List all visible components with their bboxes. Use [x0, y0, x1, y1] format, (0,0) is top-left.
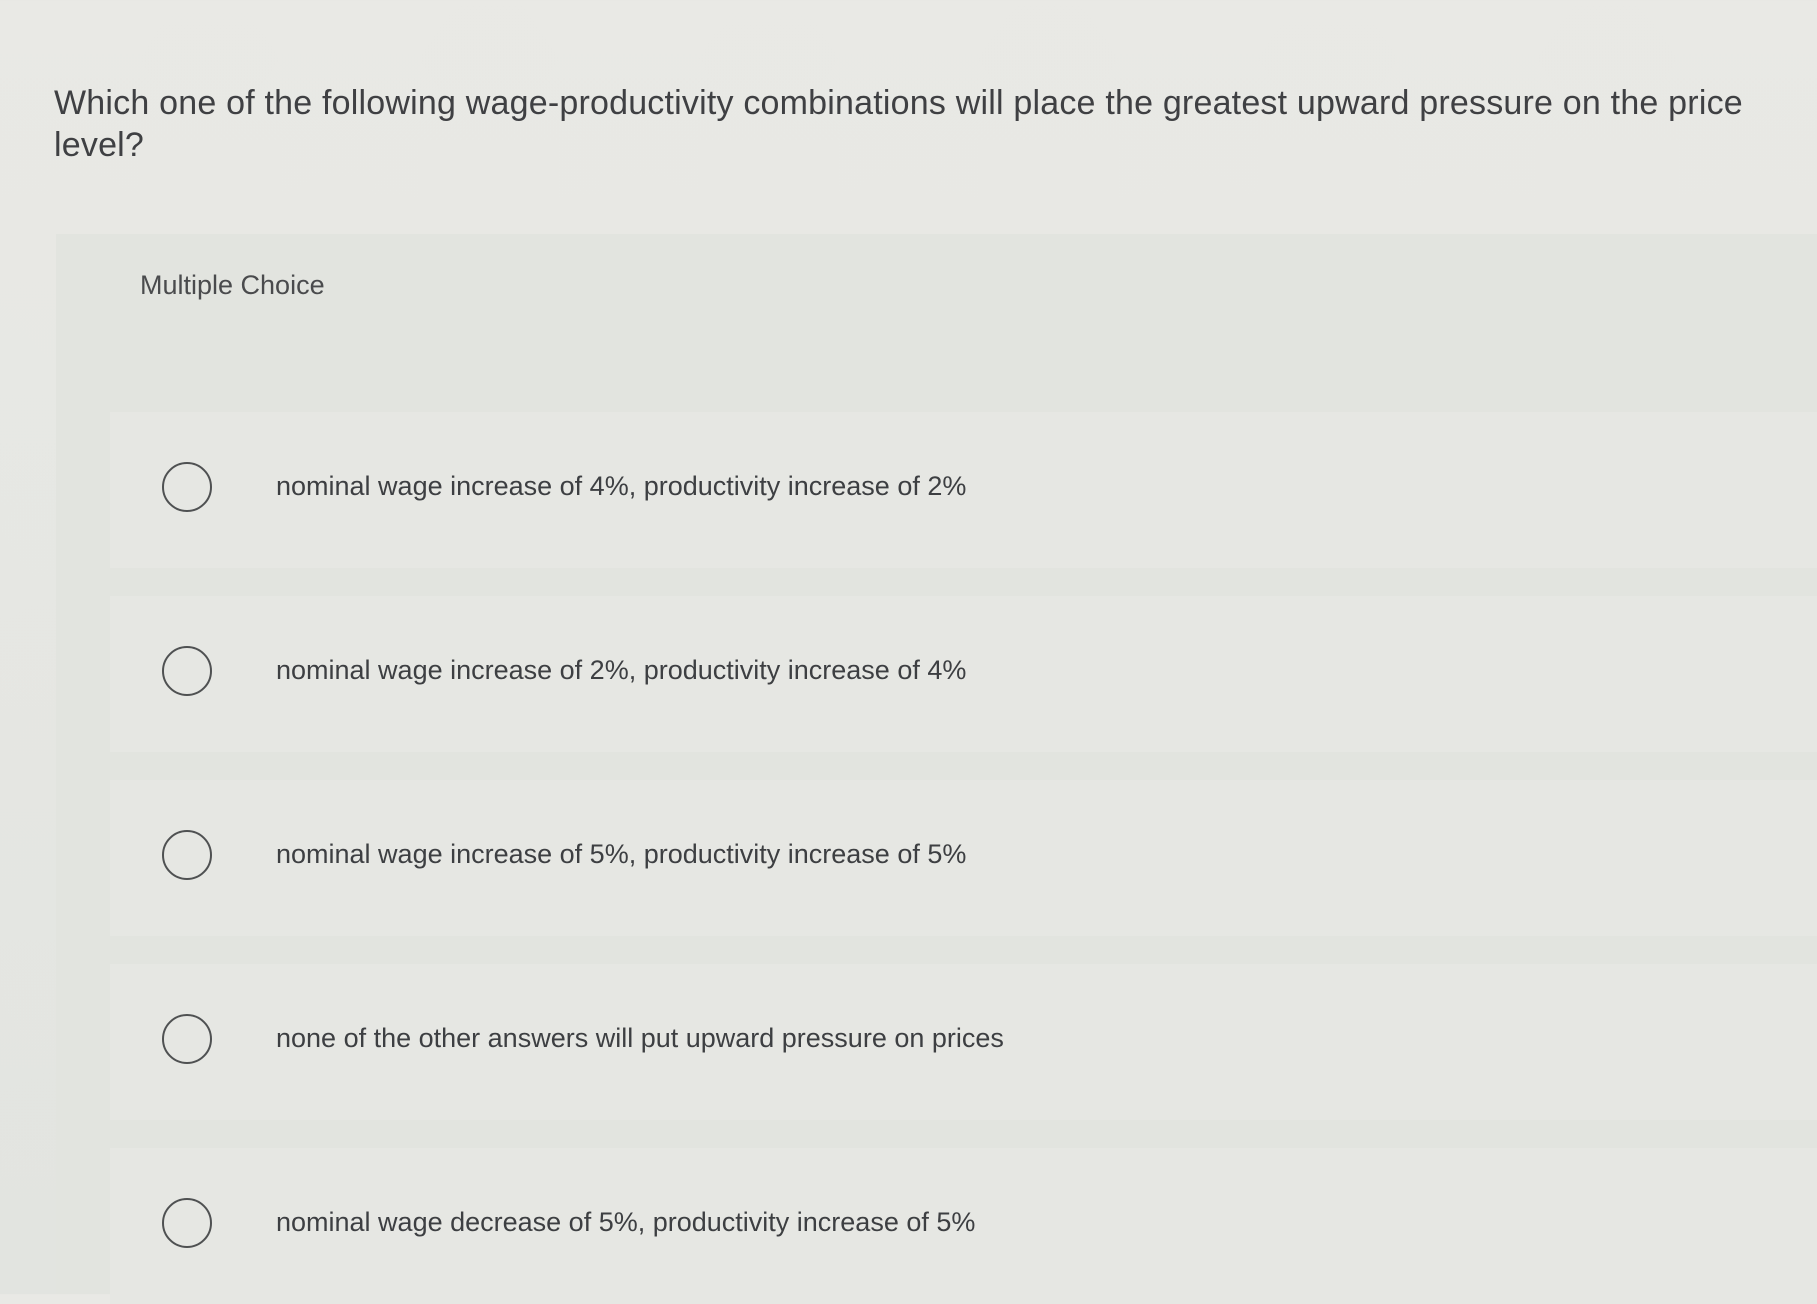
answer-choice-label: nominal wage increase of 5%, productivit… — [276, 839, 967, 869]
answer-choice-4[interactable]: none of the other answers will put upwar… — [110, 964, 1817, 1120]
radio-button-icon[interactable] — [162, 1198, 212, 1248]
answer-choice-1[interactable]: nominal wage increase of 4%, productivit… — [110, 412, 1817, 568]
question-text: Which one of the following wage-producti… — [54, 84, 1743, 164]
radio-button-icon[interactable] — [162, 1014, 212, 1064]
radio-button-icon[interactable] — [162, 646, 212, 696]
multiple-choice-panel: Multiple Choice nominal wage increase of… — [56, 234, 1817, 1304]
answer-choice-3[interactable]: nominal wage increase of 5%, productivit… — [110, 780, 1817, 936]
radio-button-icon[interactable] — [162, 830, 212, 880]
quiz-page: Which one of the following wage-producti… — [0, 0, 1817, 1304]
answer-choice-2[interactable]: nominal wage increase of 2%, productivit… — [110, 596, 1817, 752]
answer-choice-label: nominal wage increase of 4%, productivit… — [276, 471, 967, 501]
answer-choice-5[interactable]: nominal wage decrease of 5%, productivit… — [110, 1148, 1817, 1304]
multiple-choice-heading: Multiple Choice — [140, 270, 325, 300]
answer-choice-label: none of the other answers will put upwar… — [276, 1023, 1004, 1053]
answer-choice-list: nominal wage increase of 4%, productivit… — [110, 412, 1817, 1304]
answer-choice-label: nominal wage increase of 2%, productivit… — [276, 655, 967, 685]
answer-choice-label: nominal wage decrease of 5%, productivit… — [276, 1207, 976, 1237]
radio-button-icon[interactable] — [162, 462, 212, 512]
